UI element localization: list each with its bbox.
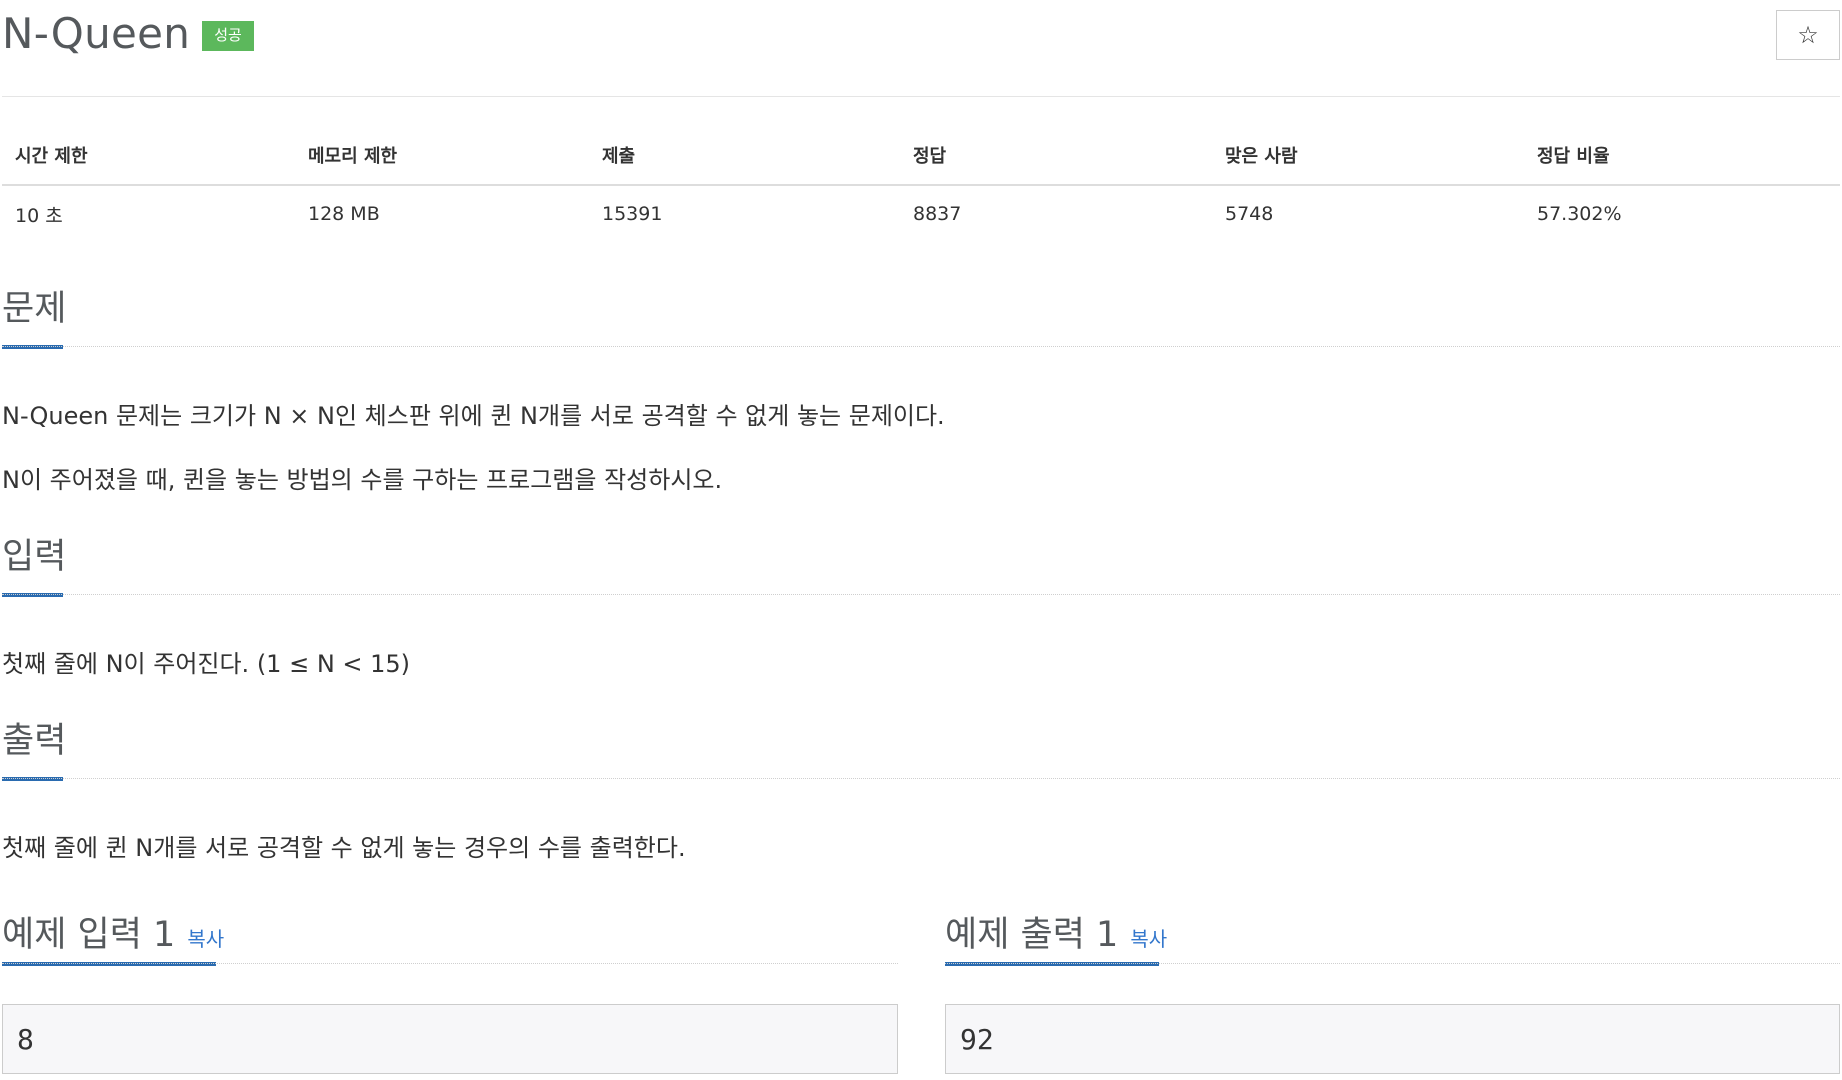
value-time-limit: 10 초 — [15, 204, 63, 227]
sample-output-header: 예제 출력 1 복사 — [945, 906, 1840, 966]
section-divider — [2, 346, 1840, 347]
title-row: N-Queen 성공 — [2, 8, 254, 58]
sample-input-box[interactable]: 8 — [2, 1004, 898, 1074]
section-output-title: 출력 — [2, 721, 67, 761]
header-solvers: 맞은 사람 — [1225, 145, 1298, 167]
status-badge: 성공 — [202, 21, 254, 51]
sample-input-heading: 예제 입력 1 — [2, 915, 176, 955]
header-accept-ratio: 정답 비율 — [1537, 145, 1610, 167]
problem-description-line-1: N-Queen 문제는 크기가 N × N인 체스판 위에 퀸 N개를 서로 공… — [2, 402, 945, 430]
page-title: N-Queen — [2, 8, 191, 58]
value-accepted: 8837 — [913, 203, 962, 225]
value-accept-ratio: 57.302% — [1537, 203, 1622, 225]
value-submissions: 15391 — [602, 203, 663, 225]
section-divider — [2, 594, 1840, 595]
sample-input-value: 8 — [17, 1022, 34, 1056]
section-divider — [2, 778, 1840, 779]
sample-output-box[interactable]: 92 — [945, 1004, 1840, 1074]
value-memory-limit: 128 MB — [308, 203, 380, 225]
section-input-header: 입력 — [2, 537, 1840, 597]
sample-input-header: 예제 입력 1 복사 — [2, 906, 898, 966]
copy-sample-input-link[interactable]: 복사 — [187, 923, 224, 952]
section-output-header: 출력 — [2, 721, 1840, 781]
title-divider — [2, 96, 1840, 97]
header-accepted: 정답 — [913, 145, 947, 167]
sample-output-value: 92 — [960, 1022, 994, 1056]
problem-info-table: 시간 제한 메모리 제한 제출 정답 맞은 사람 정답 비율 10 초 128 … — [2, 125, 1840, 242]
section-problem-header: 문제 — [2, 289, 1840, 349]
section-divider — [2, 963, 898, 964]
header-time-limit: 시간 제한 — [15, 145, 88, 167]
sample-output-heading: 예제 출력 1 — [945, 915, 1119, 955]
section-problem-title: 문제 — [2, 289, 67, 329]
section-divider — [945, 963, 1840, 964]
value-solvers: 5748 — [1225, 203, 1274, 225]
star-button[interactable]: ☆ — [1776, 10, 1840, 60]
star-icon: ☆ — [1797, 21, 1819, 49]
sample-input-title: 예제 입력 1 복사 — [2, 906, 898, 957]
header-submissions: 제출 — [602, 145, 636, 167]
output-description: 첫째 줄에 퀸 N개를 서로 공격할 수 없게 놓는 경우의 수를 출력한다. — [2, 834, 686, 862]
section-input-title: 입력 — [2, 537, 67, 577]
sample-output-title: 예제 출력 1 복사 — [945, 906, 1840, 957]
table-header-row: 시간 제한 메모리 제한 제출 정답 맞은 사람 정답 비율 — [2, 125, 1840, 186]
problem-page: N-Queen 성공 ☆ 시간 제한 메모리 제한 제출 정답 맞은 사람 정답… — [0, 0, 1842, 1080]
input-description: 첫째 줄에 N이 주어진다. (1 ≤ N < 15) — [2, 650, 411, 678]
header-memory-limit: 메모리 제한 — [308, 145, 398, 167]
problem-description-line-2: N이 주어졌을 때, 퀸을 놓는 방법의 수를 구하는 프로그램을 작성하시오. — [2, 466, 723, 494]
table-row: 10 초 128 MB 15391 8837 5748 57.302% — [2, 186, 1840, 242]
copy-sample-output-link[interactable]: 복사 — [1130, 923, 1167, 952]
